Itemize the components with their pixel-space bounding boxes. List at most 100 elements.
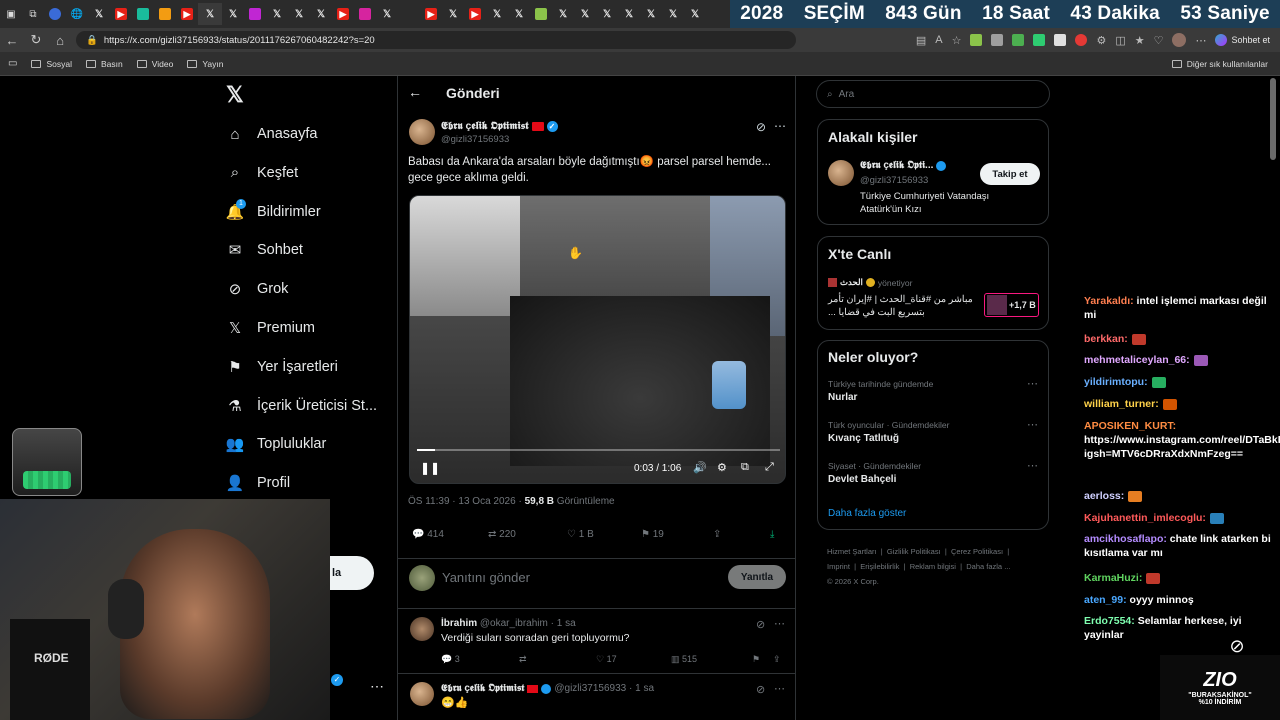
tab[interactable] (154, 3, 176, 25)
avatar[interactable] (409, 119, 435, 145)
chat-username[interactable]: APOSIKEN_KURT: (1084, 420, 1176, 432)
video-player[interactable]: ✋ ❚❚ 0:03 / 1:06 🔊 ⚙ ⧉ ⤢ (409, 195, 786, 484)
chat-username[interactable]: Kajuhanettin_imlecoglu: (1084, 512, 1206, 524)
tab[interactable]: 𝕏 (288, 3, 310, 25)
reply-action[interactable]: 💬 3 (441, 654, 460, 665)
tab[interactable]: 𝕏 (662, 3, 684, 25)
tab[interactable] (530, 3, 552, 25)
tab[interactable] (44, 3, 66, 25)
tab[interactable] (354, 3, 376, 25)
sidebar-item-8[interactable]: ⚗ İçerik Üreticisi St... (225, 388, 395, 424)
extension-icon[interactable] (1075, 34, 1088, 46)
settings-icon[interactable]: ⚙ (717, 461, 727, 474)
footer-link[interactable]: Gizlilik Politikası (887, 547, 941, 556)
chat-username[interactable]: yildirimtopu: (1084, 376, 1148, 388)
bookmark-folder[interactable]: Basın (85, 59, 123, 69)
chat-username[interactable]: william_turner: (1084, 398, 1159, 410)
pause-icon[interactable]: ❚❚ (420, 461, 440, 475)
footer-link[interactable]: Erişilebilirlik (860, 562, 899, 571)
tab-workspaces-icon[interactable]: ⧉ (22, 3, 44, 25)
profile-avatar[interactable] (1172, 33, 1187, 47)
trend-name[interactable]: Nurlar (828, 392, 857, 403)
sidebar-item-7[interactable]: ⚑ Yer İşaretleri (225, 349, 395, 385)
search-input[interactable]: ⌕ Ara (816, 80, 1050, 108)
extensions-icon[interactable]: ⚙ (1096, 34, 1106, 47)
live-title[interactable]: مباشر من #قناة_الحدث | #إيران تأمر بتسري… (828, 293, 978, 319)
favorites-icon[interactable]: ★ (1135, 34, 1145, 47)
reply-button[interactable]: Yanıtla (728, 565, 786, 589)
tab[interactable]: ▶ (464, 3, 486, 25)
tab[interactable]: ▶ (332, 3, 354, 25)
chat-username[interactable]: aten_99: (1084, 594, 1127, 606)
tab[interactable]: 𝕏 (486, 3, 508, 25)
grok-icon[interactable]: ⊘ (756, 120, 766, 134)
video-progress-track[interactable] (417, 449, 780, 451)
chat-username[interactable]: berkkan: (1084, 333, 1128, 345)
avatar[interactable] (410, 617, 434, 641)
extension-icon[interactable] (991, 34, 1004, 46)
chat-username[interactable]: mehmetaliceylan_66: (1084, 354, 1190, 366)
sidebar-item-4[interactable]: ✉ Sohbet (225, 232, 395, 268)
post-button[interactable]: la (330, 556, 374, 590)
more-icon[interactable]: ⋯ (1195, 34, 1206, 47)
account-more-icon[interactable]: ⋯ (370, 678, 384, 695)
reply-author[interactable]: 𝕰𝖇𝖗𝖚 ç𝖊𝖑𝖎𝖐 𝕺𝖕𝖙𝖎𝖒𝖎𝖘𝖙 @gizli37156933 · 1 s… (441, 683, 654, 694)
collections-icon[interactable]: ♡ (1154, 34, 1164, 47)
more-icon[interactable]: ⋯ (774, 119, 786, 133)
show-more-link[interactable]: Daha fazla göster (828, 508, 906, 519)
like-action[interactable]: ♡ 17 (596, 654, 617, 665)
tab[interactable]: 𝕏 (376, 3, 398, 25)
sidebar-item-1[interactable]: ⌂ Anasayfa (225, 116, 395, 152)
grok-icon[interactable]: ⊘ (756, 618, 765, 631)
bookmark-folder[interactable]: Yayın (187, 59, 223, 69)
extension-icon[interactable] (1054, 34, 1067, 46)
copilot-button[interactable]: Sohbet et (1215, 34, 1270, 46)
fullscreen-icon[interactable]: ⤢ (765, 461, 774, 474)
favorite-icon[interactable]: ☆ (952, 34, 962, 47)
tab[interactable]: 𝕏 (618, 3, 640, 25)
tab[interactable]: 𝕏 (684, 3, 706, 25)
trend-more-icon[interactable]: ⋯ (1027, 377, 1038, 390)
tab[interactable]: 𝕏 (310, 3, 332, 25)
extension-icon[interactable] (1033, 34, 1046, 46)
views-action[interactable]: ▥ 515 (671, 654, 697, 665)
reply-author[interactable]: İbrahim @okar_ibrahim · 1 sa (441, 618, 576, 629)
author-name-row[interactable]: 𝕰𝖇𝖗𝖚 ç𝖊𝖑𝖎𝖐 𝕺𝖕𝖙𝖎𝖒𝖎𝖘𝖙 ✓ (441, 120, 558, 133)
footer-link[interactable]: Daha fazla ... (966, 562, 1010, 571)
grok-icon[interactable]: ⊘ (756, 683, 765, 696)
reader-icon[interactable]: ▤ (916, 34, 926, 47)
tab[interactable]: ▶ (110, 3, 132, 25)
trend-more-icon[interactable]: ⋯ (1027, 459, 1038, 472)
footer-link[interactable]: Hizmet Şartları (827, 547, 877, 556)
chat-username[interactable]: KarmaHuzi: (1084, 572, 1142, 584)
home-icon[interactable]: ⌂ (48, 33, 72, 48)
tab[interactable]: 𝕏 (222, 3, 244, 25)
share-icon[interactable]: ⇪ (713, 529, 721, 540)
extension-icon[interactable] (1012, 34, 1025, 46)
back-icon[interactable]: ← (0, 33, 24, 48)
tab[interactable]: ▶ (176, 3, 198, 25)
pip-icon[interactable]: ⧉ (741, 461, 749, 474)
repost-action[interactable]: ⇄ 220 (488, 529, 516, 540)
bookmark-action[interactable]: ⚑ 19 (641, 529, 664, 540)
bookmark-icon[interactable]: ⚑ (752, 654, 760, 665)
sidebar-item-5[interactable]: ⊘ Grok (225, 271, 395, 307)
bookmarks-menu-icon[interactable]: ▭ (8, 58, 17, 69)
tab[interactable] (132, 3, 154, 25)
tab[interactable] (398, 3, 420, 25)
tab[interactable]: 𝕏 (640, 3, 662, 25)
tab[interactable]: ▶ (420, 3, 442, 25)
live-host[interactable]: الحدث yönetiyor (828, 277, 912, 288)
tab[interactable] (244, 3, 266, 25)
sidebar-item-6[interactable]: 𝕏 Premium (225, 310, 395, 346)
other-bookmarks[interactable]: Diğer sık kullanılanlar (1171, 59, 1268, 69)
chat-username[interactable]: aerloss: (1084, 490, 1124, 502)
tab-actions-icon[interactable]: ▣ (0, 3, 22, 25)
tab[interactable]: 𝕏 (508, 3, 530, 25)
chat-username[interactable]: amcikhosaflapo: (1084, 533, 1167, 545)
avatar[interactable] (410, 682, 434, 706)
footer-link[interactable]: Çerez Politikası (951, 547, 1003, 556)
tab[interactable]: 𝕏 (552, 3, 574, 25)
avatar[interactable] (828, 160, 854, 186)
like-action[interactable]: ♡ 1 B (567, 529, 594, 540)
